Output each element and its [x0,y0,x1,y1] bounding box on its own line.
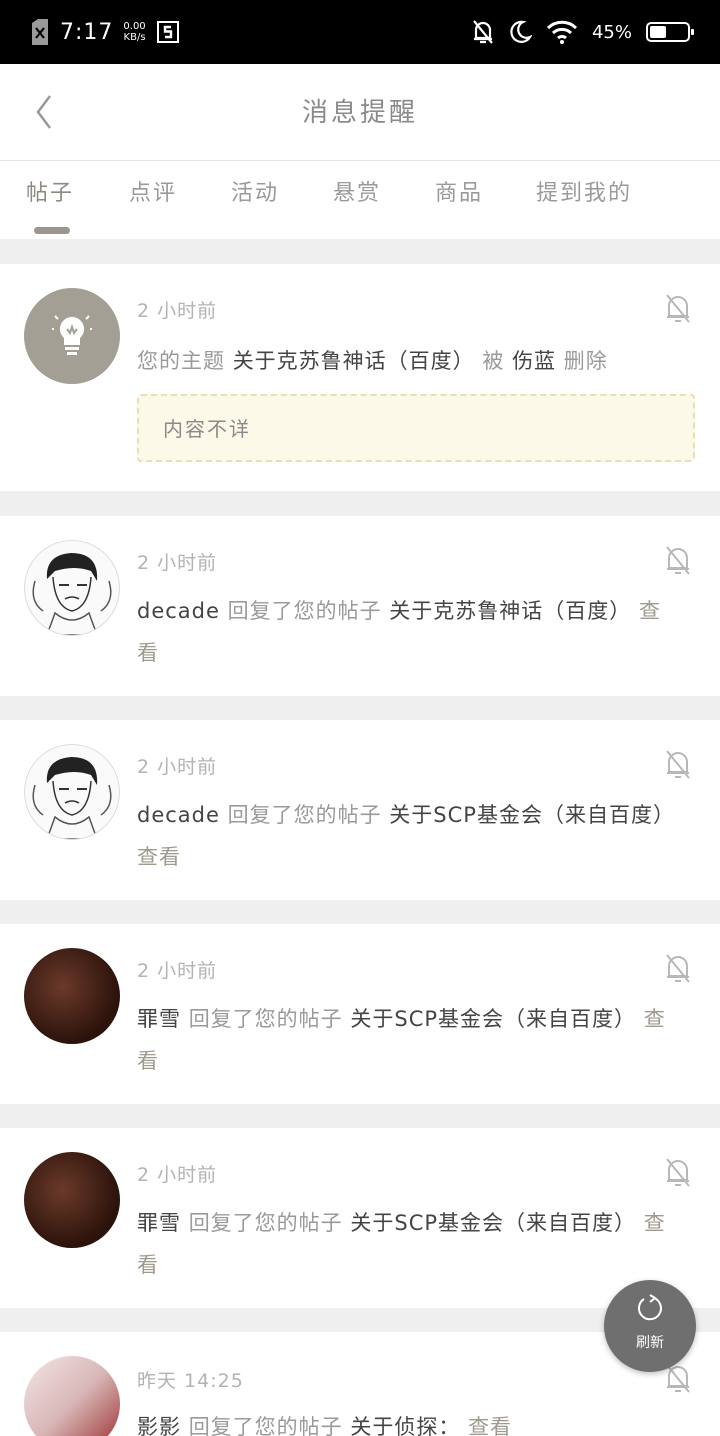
timestamp: 2 小时前 [137,960,218,982]
meme-face-icon [32,757,112,839]
username[interactable]: decade [137,803,220,827]
timestamp: 2 小时前 [137,1164,218,1186]
view-link[interactable]: 查看 [468,1415,512,1436]
timestamp: 2 小时前 [137,300,218,322]
tab-products[interactable]: 商品 [435,175,483,207]
notification-item[interactable]: 2 小时前 decade 回复了您的帖子 关于克苏鲁神话（百度） 查看 [0,516,720,696]
timestamp: 昨天 14:25 [137,1370,244,1392]
topic-link[interactable]: 关于SCP基金会（来自百度） [350,1007,636,1031]
moon-icon [510,20,532,43]
tab-reviews[interactable]: 点评 [129,175,177,207]
battery-level [650,26,666,38]
topic-link[interactable]: 关于SCP基金会（来自百度） [350,1211,636,1235]
refresh-button[interactable]: 刷新 [604,1280,696,1372]
topic-link[interactable]: 关于克苏鲁神话（百度） [389,599,631,623]
screenshot-icon [156,21,179,43]
bell-off-icon[interactable] [664,292,692,324]
meme-face-icon [32,553,112,635]
app-header: 消息提醒 [0,64,720,161]
view-link[interactable]: 查看 [137,845,181,869]
avatar [24,948,120,1044]
notification-off-icon [473,20,493,44]
username[interactable]: 罪雪 [137,1211,181,1235]
tab-posts[interactable]: 帖子 [26,175,74,207]
bell-off-icon[interactable] [664,748,692,780]
avatar [24,1356,120,1436]
avatar [24,288,120,384]
notification-text: decade 回复了您的帖子 关于克苏鲁神话（百度） 查看 [137,599,661,665]
topic-link[interactable]: 关于克苏鲁神话（百度） [233,349,475,373]
notification-text: 罪雪 回复了您的帖子 关于SCP基金会（来自百度） 查看 [137,1211,666,1277]
content-preview: 内容不详 [137,394,695,462]
username[interactable]: 罪雪 [137,1007,181,1031]
notification-text: 您的主题 关于克苏鲁神话（百度） 被 伤蓝 删除 [137,349,608,373]
bell-off-icon[interactable] [664,952,692,984]
notification-item[interactable]: 2 小时前 罪雪 回复了您的帖子 关于SCP基金会（来自百度） 查看 [0,924,720,1104]
notification-item[interactable]: 2 小时前 decade 回复了您的帖子 关于SCP基金会（来自百度） 查看 [0,720,720,900]
notification-text: 罪雪 回复了您的帖子 关于SCP基金会（来自百度） 查看 [137,1007,666,1073]
wifi-icon [546,20,578,44]
tab-bounties[interactable]: 悬赏 [333,175,381,207]
topic-link[interactable]: 关于SCP基金会（来自百度） [389,803,675,827]
avatar [24,744,120,840]
bell-off-icon[interactable] [664,1156,692,1188]
notification-text: decade 回复了您的帖子 关于SCP基金会（来自百度） 查看 [137,803,675,869]
network-speed: 0.00 KB/s [123,21,146,43]
username[interactable]: 伤蓝 [512,349,556,373]
avatar [24,540,120,636]
sim-card-icon [32,19,48,45]
refresh-label: 刷新 [636,1335,664,1351]
lightbulb-icon [52,315,92,355]
username[interactable]: decade [137,599,220,623]
timestamp: 2 小时前 [137,552,218,574]
bell-off-icon[interactable] [664,544,692,576]
username[interactable]: 影影 [137,1415,181,1436]
timestamp: 2 小时前 [137,756,218,778]
battery-percent: 45% [591,21,632,43]
tab-bar: 帖子 点评 活动 悬赏 商品 提到我的 [0,161,720,239]
tab-activities[interactable]: 活动 [231,175,279,207]
avatar [24,1152,120,1248]
refresh-icon [637,1294,662,1321]
topic-link[interactable]: 关于侦探： [350,1415,460,1436]
notification-item[interactable]: 2 小时前 罪雪 回复了您的帖子 关于SCP基金会（来自百度） 查看 [0,1128,720,1308]
notification-item[interactable]: 2 小时前 您的主题 关于克苏鲁神话（百度） 被 伤蓝 删除 内容不详 [0,264,720,491]
tab-mentions[interactable]: 提到我的 [536,175,632,207]
page-title: 消息提醒 [301,98,418,128]
battery-icon [646,22,694,42]
active-tab-indicator [34,227,70,234]
clock: 7:17 [60,19,114,45]
status-bar: 7:17 0.00 KB/s 45% [0,0,720,64]
notification-text: 影影 回复了您的帖子 关于侦探： 查看 [137,1406,677,1436]
